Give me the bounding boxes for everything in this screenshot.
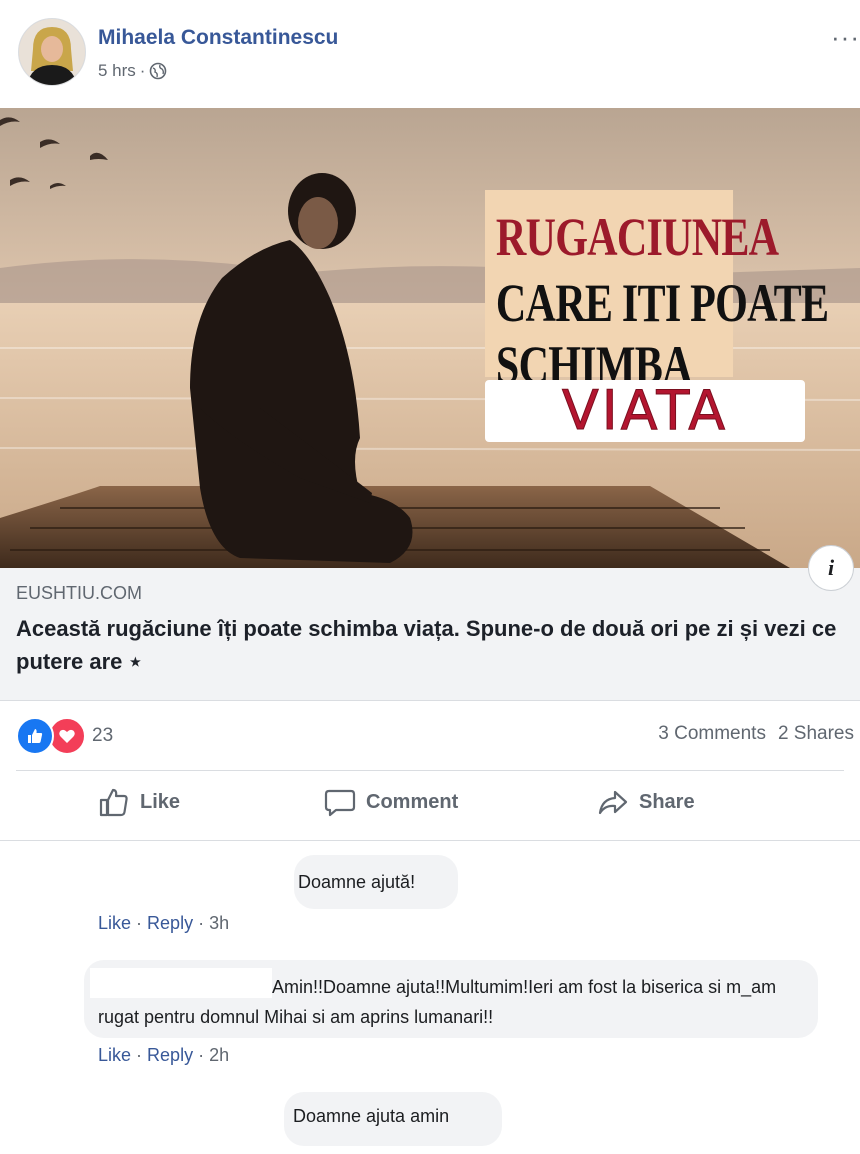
meta-separator: · bbox=[139, 61, 146, 80]
separator: · bbox=[198, 913, 210, 933]
post-header: Mihaela Constantinescu 5 hrs · ··· bbox=[0, 0, 860, 108]
share-button[interactable]: Share bbox=[597, 786, 695, 818]
comment-bubble[interactable]: Doamne ajută! bbox=[294, 855, 458, 909]
image-title-box: RUGACIUNEA CARE ITI POATE SCHIMBA bbox=[485, 190, 829, 392]
comment-label: Comment bbox=[366, 790, 459, 813]
comment-text: Doamne ajută! bbox=[298, 872, 416, 892]
like-label: Like bbox=[140, 790, 181, 813]
post-stats: 23 3 Comments 2 Shares bbox=[0, 714, 860, 756]
thumbs-up-icon bbox=[99, 788, 128, 817]
author-name[interactable]: Mihaela Constantinescu bbox=[98, 26, 338, 50]
more-options-button[interactable]: ··· bbox=[831, 22, 860, 53]
reaction-count: 23 bbox=[92, 725, 114, 746]
post-time[interactable]: 5 hrs bbox=[98, 61, 136, 81]
comment-bubble[interactable]: Amin!!Doamne ajuta!!Multumim!Ieri am fos… bbox=[84, 960, 818, 1038]
image-title-line4: VIATA bbox=[485, 379, 805, 442]
link-domain: EUSHTIU.COM bbox=[16, 583, 142, 603]
shares-count[interactable]: 2 Shares bbox=[778, 723, 854, 745]
separator: · bbox=[136, 913, 148, 933]
comment-time[interactable]: 2h bbox=[209, 1045, 229, 1065]
comment-like-link[interactable]: Like bbox=[98, 1045, 131, 1065]
share-arrow-icon bbox=[598, 790, 628, 815]
comment-time[interactable]: 3h bbox=[209, 913, 229, 933]
comment-reply-link[interactable]: Reply bbox=[147, 1045, 193, 1065]
comment-reply-link[interactable]: Reply bbox=[147, 913, 193, 933]
link-preview[interactable]: EUSHTIU.COM Această rugăciune îți poate … bbox=[0, 568, 860, 701]
comment-text: Amin!!Doamne ajuta!!Multumim!Ieri am fos… bbox=[98, 977, 777, 1027]
image-title-line2: CARE ITI POATE bbox=[495, 273, 829, 333]
share-label: Share bbox=[639, 790, 695, 813]
divider bbox=[16, 770, 844, 771]
comments-count[interactable]: 3 Comments bbox=[658, 723, 766, 745]
divider bbox=[0, 840, 860, 841]
comment-actions: Like · Reply · 3h bbox=[98, 913, 229, 934]
like-button[interactable]: Like bbox=[98, 786, 180, 818]
comment-bubble[interactable]: Doamne ajuta amin bbox=[284, 1092, 502, 1146]
separator: · bbox=[198, 1045, 210, 1065]
comment-bubble-icon bbox=[324, 789, 356, 817]
reactions-summary[interactable]: 23 bbox=[16, 717, 113, 755]
like-reaction-icon bbox=[16, 717, 54, 755]
post-actions: Like Comment Share bbox=[0, 776, 860, 834]
separator: · bbox=[136, 1045, 148, 1065]
comment-text: Doamne ajuta amin bbox=[293, 1106, 450, 1126]
image-title-line1: RUGACIUNEA bbox=[495, 207, 779, 267]
engagement-counts: 3 Comments 2 Shares bbox=[658, 723, 854, 745]
author-avatar[interactable] bbox=[18, 18, 86, 86]
comment-button[interactable]: Comment bbox=[324, 786, 458, 818]
link-preview-image[interactable]: RUGACIUNEA CARE ITI POATE SCHIMBA VIATA bbox=[0, 108, 860, 568]
link-title[interactable]: Această rugăciune îți poate schimba viaț… bbox=[16, 612, 846, 678]
comment-like-link[interactable]: Like bbox=[98, 913, 131, 933]
globe-icon bbox=[150, 62, 167, 80]
comment-text-wrap: Amin!!Doamne ajuta!!Multumim!Ieri am fos… bbox=[98, 972, 808, 1032]
post-meta: 5 hrs · bbox=[98, 61, 167, 81]
info-button[interactable]: i bbox=[808, 545, 854, 591]
comment-actions: Like · Reply · 2h bbox=[98, 1045, 229, 1066]
